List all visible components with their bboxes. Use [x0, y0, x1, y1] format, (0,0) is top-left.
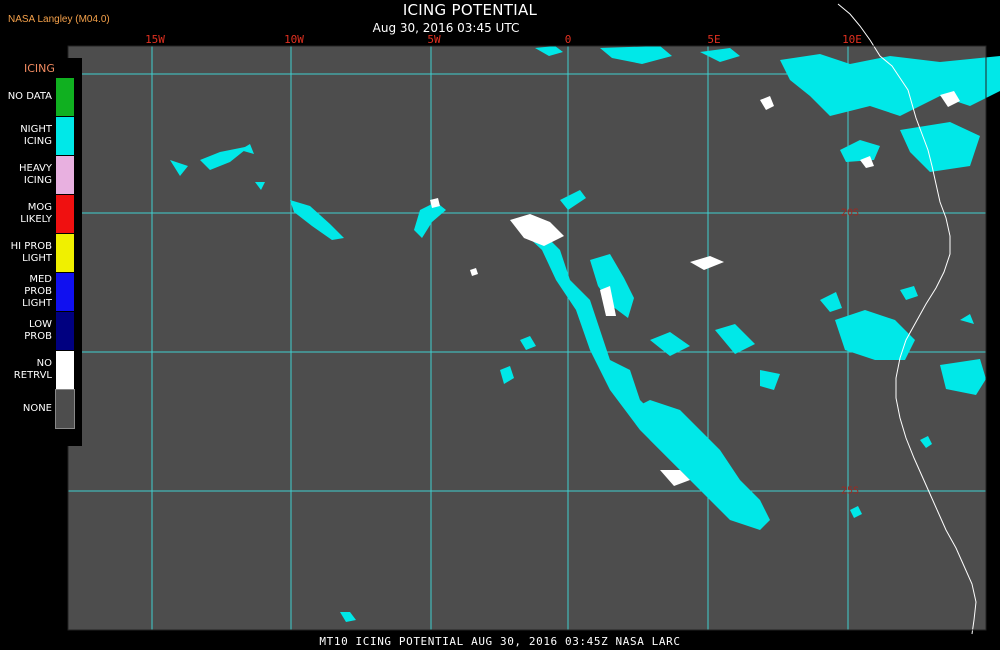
legend-label: NO DATA [7, 91, 52, 102]
legend-label: MOG LIKELY [20, 202, 52, 225]
legend-item-hi-prob-light: HI PROB LIGHT [0, 234, 82, 272]
legend-swatch [56, 117, 74, 155]
legend-label: HEAVY ICING [19, 163, 52, 186]
legend-swatch [56, 78, 74, 116]
legend-swatch [56, 312, 74, 350]
legend-swatch [55, 389, 75, 429]
legend-label: NO RETRVL [13, 358, 52, 381]
legend-swatch [56, 273, 74, 311]
lon-label-0: 0 [564, 33, 572, 46]
icing-map[interactable] [0, 0, 1000, 650]
lon-label-10e: 10E [842, 33, 862, 46]
footer-caption: MT10 ICING POTENTIAL AUG 30, 2016 03:45Z… [319, 635, 681, 648]
map-timestamp: Aug 30, 2016 03:45 UTC [372, 21, 520, 35]
legend-label: HI PROB LIGHT [10, 241, 52, 264]
legend-title: ICING [24, 62, 55, 75]
legend-item-no-data: NO DATA [0, 78, 82, 116]
legend-label: MED PROB LIGHT [22, 274, 52, 309]
legend-label: NIGHT ICING [20, 124, 52, 147]
legend-label: NONE [22, 403, 52, 414]
map-title: ICING POTENTIAL [402, 1, 538, 19]
legend-item-med-prob-light: MED PROB LIGHT [0, 273, 82, 311]
lon-label-10w: 10W [284, 33, 304, 46]
legend-item-heavy-icing: HEAVY ICING [0, 156, 82, 194]
legend-item-mog-likely: MOG LIKELY [0, 195, 82, 233]
lon-label-5w: 5W [427, 33, 441, 46]
legend-swatch [56, 195, 74, 233]
legend-item-none: NONE [0, 389, 82, 429]
legend-panel: ICING NO DATA NIGHT ICING HEAVY ICING MO… [0, 58, 82, 446]
lon-label-5e: 5E [707, 33, 721, 46]
lat-label-25s: 25S [840, 485, 860, 497]
lon-label-15w: 15W [145, 33, 165, 46]
legend-item-night-icing: NIGHT ICING [0, 117, 82, 155]
legend-item-low-prob: LOW PROB [0, 312, 82, 350]
legend-swatch [56, 156, 74, 194]
legend-swatch [56, 234, 74, 272]
legend-item-no-retrvl: NO RETRVL [0, 351, 82, 389]
legend-label: LOW PROB [24, 319, 52, 342]
lat-label-20s: 20S [840, 207, 860, 219]
legend-swatch [56, 351, 74, 389]
